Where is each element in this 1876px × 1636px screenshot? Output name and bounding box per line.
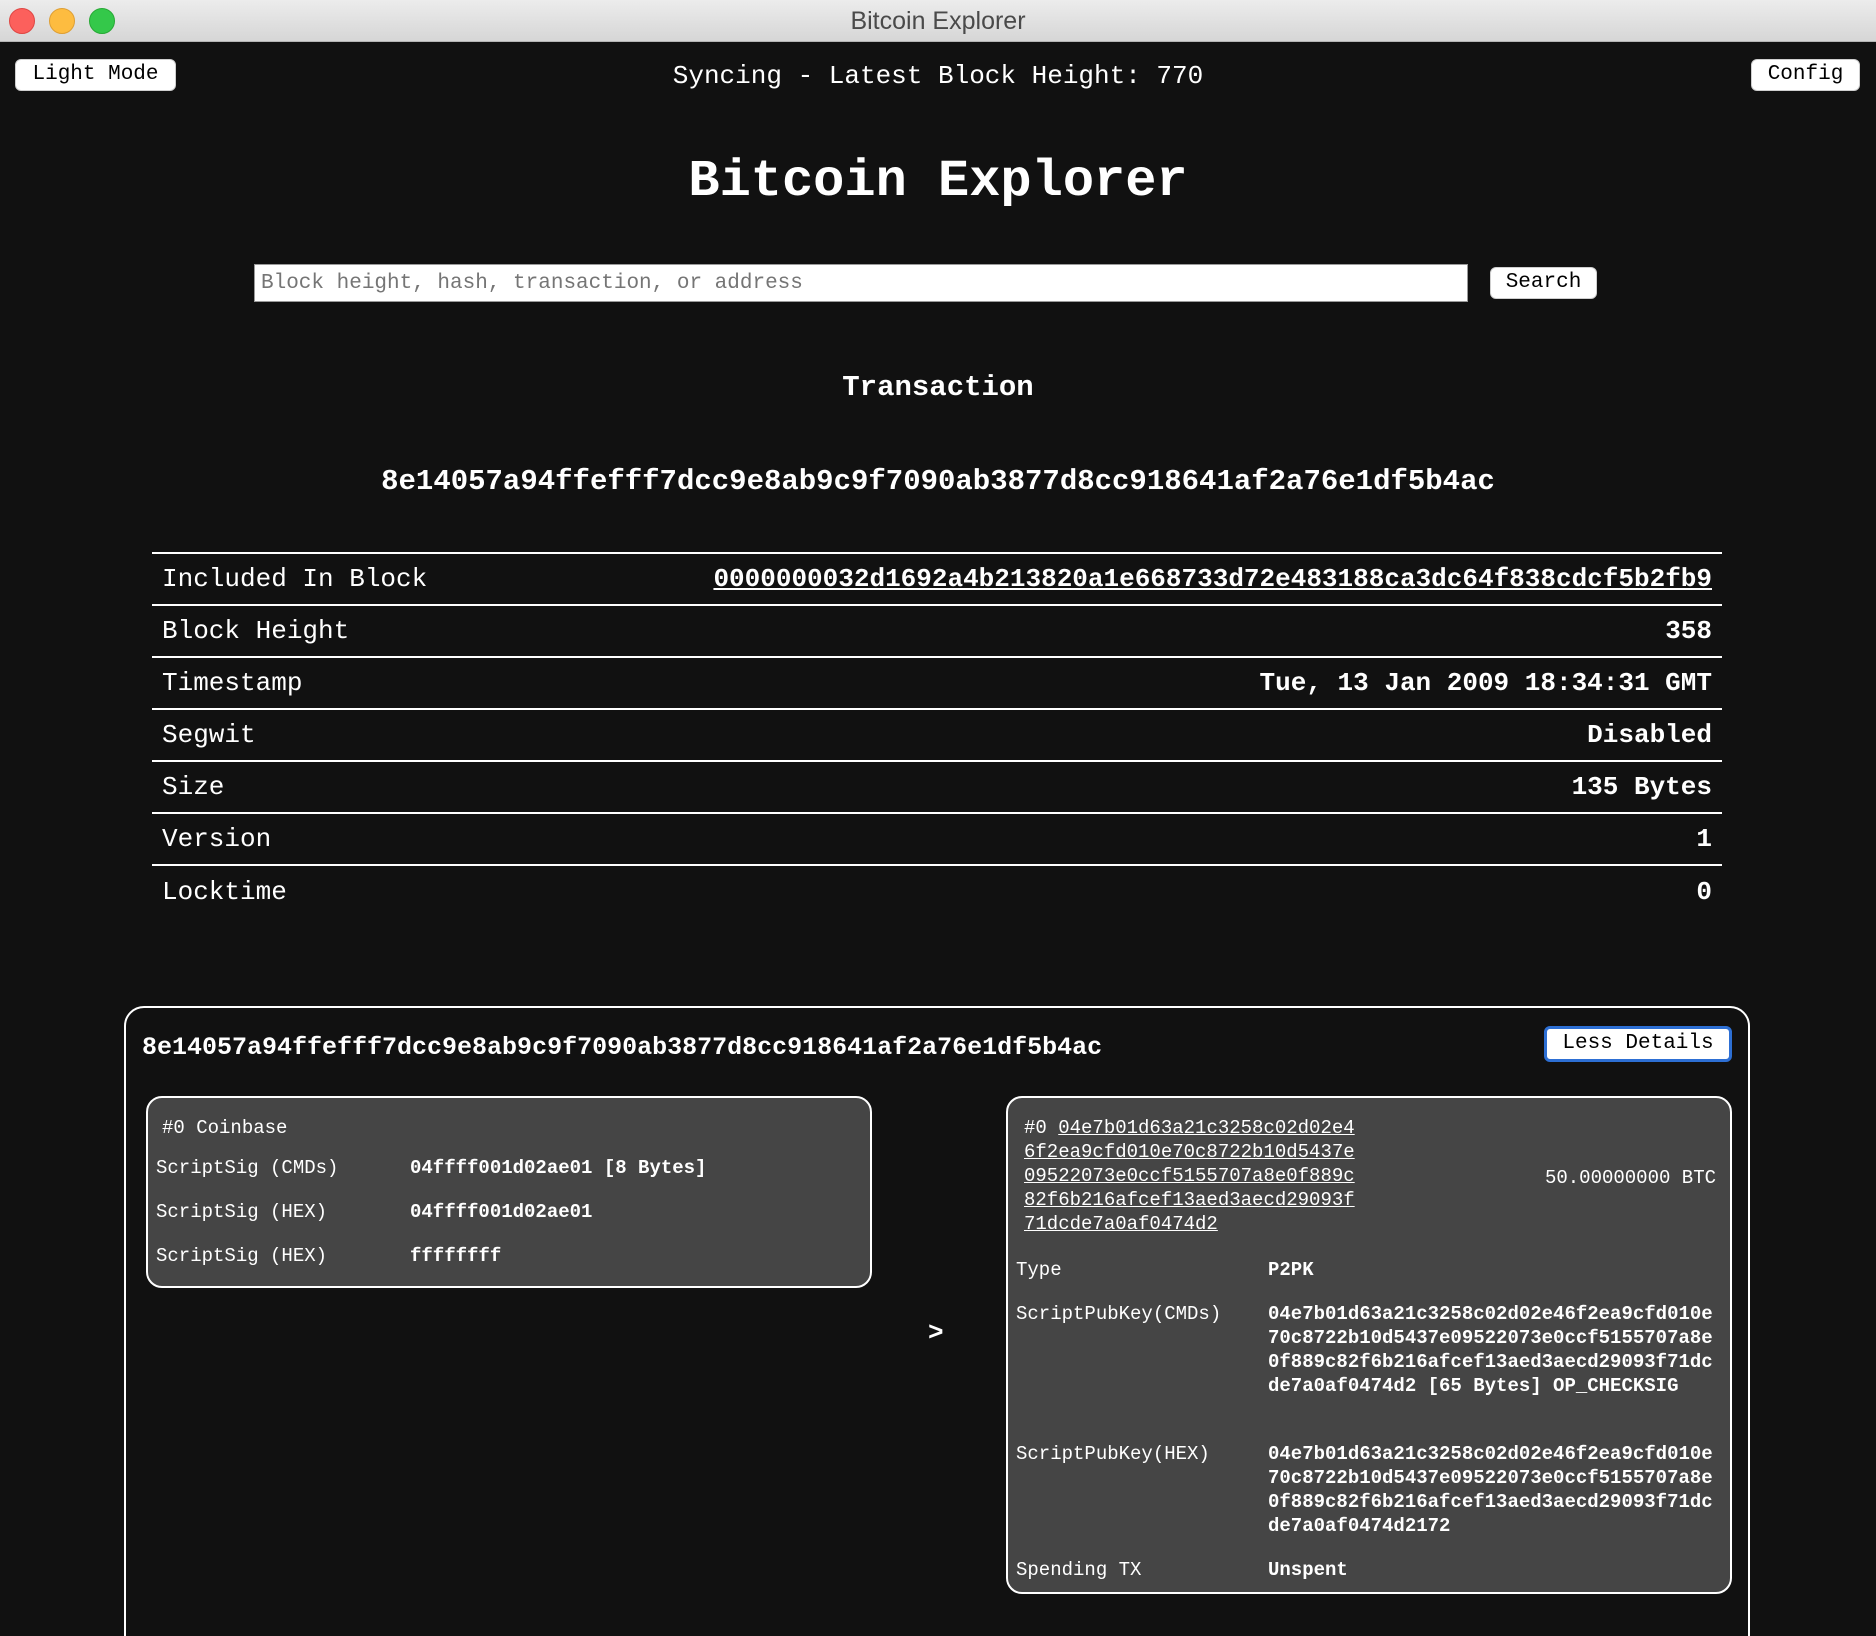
- input-field-value: 04ffff001d02ae01: [410, 1201, 593, 1223]
- transaction-details-table: Included In Block 0000000032d1692a4b2138…: [152, 552, 1722, 918]
- input-field-label: ScriptSig (HEX): [156, 1245, 328, 1267]
- transaction-id: 8e14057a94ffefff7dcc9e8ab9c9f7090ab3877d…: [381, 465, 1495, 498]
- table-row: Timestamp Tue, 13 Jan 2009 18:34:31 GMT: [152, 658, 1722, 710]
- output-address-link[interactable]: 04e7b01d63a21c3258c02d02e46f2ea9cfd010e7…: [1024, 1117, 1355, 1235]
- output-panel: #0 04e7b01d63a21c3258c02d02e46f2ea9cfd01…: [1006, 1096, 1732, 1594]
- row-value: 1: [1696, 824, 1712, 854]
- row-value: 0: [1696, 877, 1712, 907]
- output-field-label: ScriptPubKey(HEX): [1016, 1443, 1210, 1465]
- search-button[interactable]: Search: [1490, 267, 1597, 299]
- table-row: Size 135 Bytes: [152, 762, 1722, 814]
- row-value: Disabled: [1587, 720, 1712, 750]
- page-title: Bitcoin Explorer: [688, 152, 1188, 211]
- output-field-value: P2PK: [1268, 1259, 1314, 1281]
- row-value: 135 Bytes: [1571, 772, 1712, 802]
- input-panel: #0 Coinbase ScriptSig (CMDs) 04ffff001d0…: [146, 1096, 872, 1288]
- transaction-card: 8e14057a94ffefff7dcc9e8ab9c9f7090ab3877d…: [124, 1006, 1750, 1636]
- output-field-value: 04e7b01d63a21c3258c02d02e46f2ea9cfd010e7…: [1268, 1303, 1713, 1397]
- table-row: Block Height 358: [152, 606, 1722, 658]
- config-button[interactable]: Config: [1751, 59, 1860, 91]
- row-label: Version: [162, 824, 272, 854]
- card-transaction-id: 8e14057a94ffefff7dcc9e8ab9c9f7090ab3877d…: [142, 1033, 1103, 1062]
- output-field-label: Spending TX: [1016, 1559, 1142, 1581]
- input-field-label: ScriptSig (CMDs): [156, 1157, 339, 1179]
- output-field-value: 04e7b01d63a21c3258c02d02e46f2ea9cfd010e7…: [1268, 1443, 1713, 1537]
- flow-arrow-icon: >: [928, 1318, 944, 1348]
- input-field-value: 04ffff001d02ae01 [8 Bytes]: [410, 1157, 707, 1179]
- output-field-value: Unspent: [1268, 1559, 1348, 1581]
- row-label: Included In Block: [162, 564, 428, 594]
- table-row: Version 1: [152, 814, 1722, 866]
- sync-status: Syncing - Latest Block Height: 770: [672, 61, 1204, 91]
- input-field-value: ffffffff: [410, 1245, 502, 1267]
- window-titlebar: Bitcoin Explorer: [0, 0, 1876, 42]
- row-label: Block Height: [162, 616, 350, 646]
- output-field-label: ScriptPubKey(CMDs): [1016, 1303, 1222, 1325]
- input-field-label: ScriptSig (HEX): [156, 1201, 328, 1223]
- input-heading: #0 Coinbase: [162, 1117, 288, 1139]
- row-label: Locktime: [162, 877, 287, 907]
- row-label: Segwit: [162, 720, 256, 750]
- row-label: Timestamp: [162, 668, 303, 698]
- output-index: #0: [1024, 1117, 1047, 1139]
- section-title: Transaction: [842, 371, 1034, 404]
- table-row: Segwit Disabled: [152, 710, 1722, 762]
- output-field-label: Type: [1016, 1259, 1062, 1281]
- table-row: Locktime 0: [152, 866, 1722, 918]
- output-amount: 50.00000000 BTC: [1544, 1167, 1716, 1189]
- row-label: Size: [162, 772, 225, 802]
- block-hash-link[interactable]: 0000000032d1692a4b213820a1e668733d72e483…: [713, 564, 1712, 594]
- row-value: 358: [1665, 616, 1712, 646]
- search-input[interactable]: [254, 264, 1468, 302]
- output-address: #0 04e7b01d63a21c3258c02d02e46f2ea9cfd01…: [1024, 1116, 1364, 1236]
- table-row: Included In Block 0000000032d1692a4b2138…: [152, 554, 1722, 606]
- window-title: Bitcoin Explorer: [850, 7, 1026, 35]
- row-value: Tue, 13 Jan 2009 18:34:31 GMT: [1259, 668, 1712, 698]
- less-details-button[interactable]: Less Details: [1544, 1026, 1732, 1062]
